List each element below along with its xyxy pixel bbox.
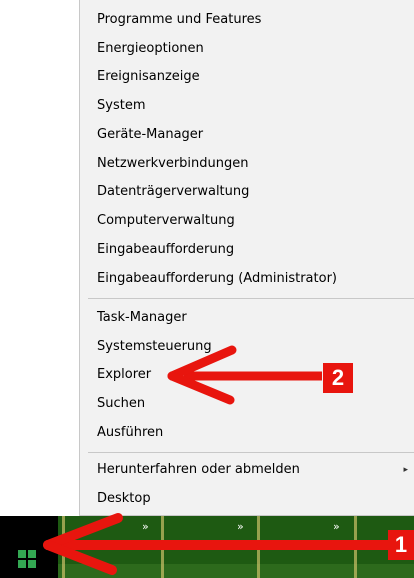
menu-item-system[interactable]: System xyxy=(80,92,414,120)
menu-item-label: Energieoptionen xyxy=(97,41,204,56)
windows-logo-icon[interactable] xyxy=(18,550,36,568)
taskbar-chevron-icon[interactable]: » xyxy=(142,520,149,533)
menu-item-label: Eingabeaufforderung (Administrator) xyxy=(97,271,337,286)
menu-item-label: Systemsteuerung xyxy=(97,339,212,354)
menu-item-label: Explorer xyxy=(97,367,152,382)
menu-separator xyxy=(88,452,414,453)
menu-separator xyxy=(88,298,414,299)
submenu-arrow-icon: ▸ xyxy=(403,465,408,475)
menu-item-search[interactable]: Suchen xyxy=(80,390,414,418)
menu-item-label: Ausführen xyxy=(97,425,164,440)
annotation-badge-2: 2 xyxy=(323,363,353,393)
taskbar-divider xyxy=(161,516,164,578)
menu-item-label: Ereignisanzeige xyxy=(97,69,200,84)
menu-item-label: System xyxy=(97,98,146,113)
taskbar-divider xyxy=(354,516,357,578)
menu-item-label: Herunterfahren oder abmelden xyxy=(97,462,300,477)
start-button[interactable] xyxy=(0,516,58,578)
menu-item-label: Suchen xyxy=(97,396,146,411)
menu-item-network-connections[interactable]: Netzwerkverbindungen xyxy=(80,150,414,178)
menu-item-label: Programme und Features xyxy=(97,12,262,27)
menu-item-explorer[interactable]: Explorer xyxy=(80,361,414,389)
taskbar-divider xyxy=(62,516,65,578)
taskbar: » » » xyxy=(0,516,414,578)
menu-item-power-options[interactable]: Energieoptionen xyxy=(80,35,414,63)
menu-item-label: Task-Manager xyxy=(97,310,187,325)
menu-item-computer-management[interactable]: Computerverwaltung xyxy=(80,207,414,235)
taskbar-strip xyxy=(58,564,414,578)
menu-item-programs-features[interactable]: Programme und Features xyxy=(80,6,414,34)
menu-item-command-prompt-admin[interactable]: Eingabeaufforderung (Administrator) xyxy=(80,265,414,293)
menu-item-run[interactable]: Ausführen xyxy=(80,419,414,447)
menu-item-label: Eingabeaufforderung xyxy=(97,242,235,257)
menu-item-device-manager[interactable]: Geräte-Manager xyxy=(80,121,414,149)
menu-item-label: Desktop xyxy=(97,491,151,506)
menu-item-label: Geräte-Manager xyxy=(97,127,204,142)
menu-item-shutdown-signout[interactable]: Herunterfahren oder abmelden ▸ xyxy=(80,456,414,484)
menu-item-label: Netzwerkverbindungen xyxy=(97,156,249,171)
menu-item-task-manager[interactable]: Task-Manager xyxy=(80,304,414,332)
menu-item-event-viewer[interactable]: Ereignisanzeige xyxy=(80,63,414,91)
menu-item-control-panel[interactable]: Systemsteuerung xyxy=(80,333,414,361)
menu-item-command-prompt[interactable]: Eingabeaufforderung xyxy=(80,236,414,264)
menu-item-disk-management[interactable]: Datenträgerverwaltung xyxy=(80,178,414,206)
menu-item-label: Computerverwaltung xyxy=(97,213,235,228)
winx-context-menu: Programme und Features Energieoptionen E… xyxy=(79,0,414,516)
taskbar-divider xyxy=(257,516,260,578)
menu-item-desktop[interactable]: Desktop xyxy=(80,485,414,513)
taskbar-chevron-icon[interactable]: » xyxy=(333,520,340,533)
menu-item-label: Datenträgerverwaltung xyxy=(97,184,250,199)
taskbar-chevron-icon[interactable]: » xyxy=(237,520,244,533)
annotation-badge-1: 1 xyxy=(388,530,414,560)
